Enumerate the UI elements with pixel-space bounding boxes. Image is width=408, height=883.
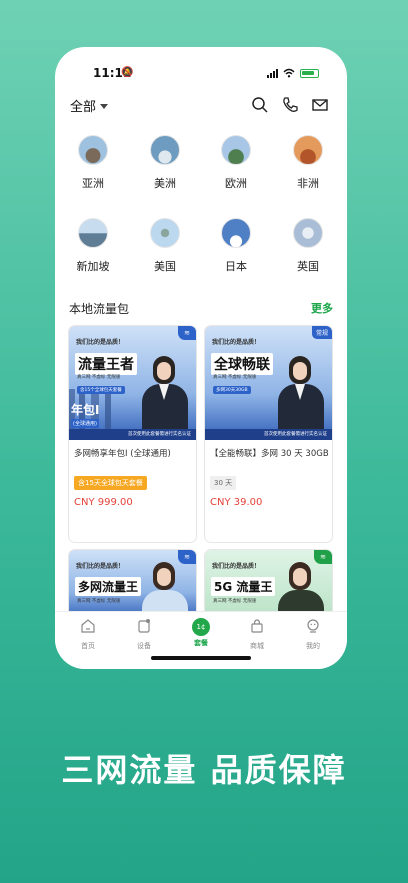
search-icon[interactable]	[251, 96, 269, 114]
banner-ribbon: 多网30天30GB	[213, 386, 251, 394]
region-label: 欧洲	[225, 177, 247, 190]
region-uk[interactable]: 英国	[278, 218, 338, 274]
tab-label: 首页	[81, 642, 95, 650]
section-title: 本地流量包	[69, 302, 130, 316]
region-label: 日本	[225, 260, 247, 273]
banner-title: 5G 流量王	[211, 577, 276, 596]
region-europe[interactable]: 欧洲	[206, 135, 266, 191]
banner-tags: 真三网 不虚标 无限速	[213, 599, 257, 604]
plan-tag: 30 天	[210, 476, 237, 490]
tab-shop[interactable]: 商城	[232, 618, 282, 651]
plan-banner: 我们比的是品质！ 多网流量王 真三网 不虚标 无限速 ≋	[69, 550, 196, 618]
usa-globe-icon	[150, 218, 180, 248]
plan-name: 【全能畅联】多网 30 天 30GB	[210, 449, 329, 459]
top-bar: 全部	[70, 96, 329, 116]
home-indicator	[151, 656, 251, 660]
europe-globe-icon	[221, 135, 251, 165]
uk-globe-icon	[293, 218, 323, 248]
mail-icon[interactable]	[311, 96, 329, 114]
home-icon	[81, 619, 95, 633]
phone-icon[interactable]	[281, 96, 299, 114]
africa-globe-icon	[293, 135, 323, 165]
tab-plans[interactable]: 1¢ 套餐	[176, 618, 226, 648]
regular-badge: 常规	[311, 326, 332, 339]
region-usa[interactable]: 美国	[135, 218, 195, 274]
banner-slogan: 我们比的是品质！	[76, 563, 125, 570]
device-icon	[138, 619, 150, 633]
plans-icon: 1¢	[192, 618, 210, 636]
spokesperson-image	[276, 354, 326, 440]
profile-icon	[307, 619, 319, 633]
banner-title: 全球畅联	[211, 353, 273, 375]
mute-bell-icon: 🔕	[121, 67, 134, 78]
banner-title: 多网流量王	[75, 577, 142, 596]
banner-slogan: 我们比的是品质！	[76, 339, 125, 346]
tab-label: 我的	[306, 642, 320, 650]
asia-globe-icon	[78, 135, 108, 165]
banner-tags: 真三网 不虚标 无限速	[213, 375, 257, 380]
wifi-icon: ≋	[178, 326, 196, 340]
banner-tags: 真三网 不虚标 无限速	[77, 599, 121, 604]
plan-card[interactable]: 我们比的是品质！ 全球畅联 真三网 不虚标 无限速 多网30天30GB 首次使用…	[204, 325, 333, 543]
tab-label: 设备	[137, 642, 151, 650]
plan-price: CNY 999.00	[74, 497, 133, 508]
realname-notice: 首次使用此套餐需进行实名认证	[205, 429, 332, 440]
more-link[interactable]: 更多	[311, 300, 333, 316]
region-africa[interactable]: 非洲	[278, 135, 338, 191]
status-bar: 11:11 🔕	[55, 66, 347, 82]
wifi-icon	[283, 68, 295, 78]
region-singapore[interactable]: 新加坡	[63, 218, 123, 274]
banner-slogan: 我们比的是品质！	[212, 563, 261, 570]
region-label: 非洲	[297, 177, 319, 190]
region-asia[interactable]: 亚洲	[63, 135, 123, 191]
status-right	[267, 68, 319, 78]
singapore-globe-icon	[78, 218, 108, 248]
spokesperson-image	[140, 354, 190, 440]
region-label: 美洲	[154, 177, 176, 190]
plan-tag: 含15天全球包天套餐	[74, 476, 147, 490]
plan-banner: 我们比的是品质！ 5G 流量王 真三网 不虚标 无限速 ≋	[205, 550, 332, 618]
realname-notice: 首次使用此套餐需进行实名认证	[69, 429, 196, 440]
caret-down-icon	[100, 104, 109, 109]
plan-name: 多网畅享年包I (全球通用)	[74, 449, 171, 459]
tab-label: 商城	[250, 642, 264, 650]
shop-bag-icon	[251, 619, 263, 633]
region-selector[interactable]: 全部	[70, 96, 109, 115]
tab-home[interactable]: 首页	[63, 618, 113, 651]
region-americas[interactable]: 美洲	[135, 135, 195, 191]
region-label: 全部	[70, 100, 97, 115]
americas-globe-icon	[150, 135, 180, 165]
plan-card[interactable]: 我们比的是品质！ 多网流量王 真三网 不虚标 无限速 ≋	[68, 549, 197, 619]
plan-card[interactable]: 我们比的是品质！ 5G 流量王 真三网 不虚标 无限速 ≋	[204, 549, 333, 619]
signal-icon	[267, 68, 278, 78]
tab-device[interactable]: 设备	[119, 618, 169, 651]
region-japan[interactable]: 日本	[206, 218, 266, 274]
banner-slogan: 我们比的是品质！	[212, 339, 261, 346]
region-label: 新加坡	[76, 260, 110, 273]
promo-tagline: 三网流量 品质保障	[61, 751, 347, 789]
region-label: 英国	[297, 260, 319, 273]
wifi-icon: ≋	[314, 550, 332, 564]
tab-mine[interactable]: 我的	[288, 618, 338, 651]
year-sub: (全球通用)	[71, 419, 99, 428]
phone-frame: 11:11 🔕 全部 亚洲 美洲 欧洲 非洲 新加坡 美国 日本 英国 本地流量…	[55, 47, 347, 669]
top-actions	[251, 96, 329, 114]
bottom-tab-bar: 首页 设备 1¢ 套餐 商城 我的	[55, 611, 347, 669]
banner-ribbon: 含15个全球包天套餐	[77, 386, 125, 394]
banner-title: 流量王者	[75, 353, 137, 375]
plan-price: CNY 39.00	[210, 497, 263, 508]
year-badge: 年包I	[71, 403, 100, 417]
region-label: 亚洲	[82, 177, 104, 190]
region-label: 美国	[154, 260, 176, 273]
plan-card[interactable]: 我们比的是品质！ 流量王者 真三网 不虚标 无限速 含15个全球包天套餐 年包I…	[68, 325, 197, 543]
plan-banner: 我们比的是品质！ 全球畅联 真三网 不虚标 无限速 多网30天30GB 首次使用…	[205, 326, 332, 440]
plan-banner: 我们比的是品质！ 流量王者 真三网 不虚标 无限速 含15个全球包天套餐 年包I…	[69, 326, 196, 440]
wifi-icon: ≋	[178, 550, 196, 564]
tab-label: 套餐	[194, 639, 208, 647]
japan-globe-icon	[221, 218, 251, 248]
battery-icon	[300, 68, 319, 78]
banner-tags: 真三网 不虚标 无限速	[77, 375, 121, 380]
section-header: 本地流量包 更多	[69, 300, 333, 318]
